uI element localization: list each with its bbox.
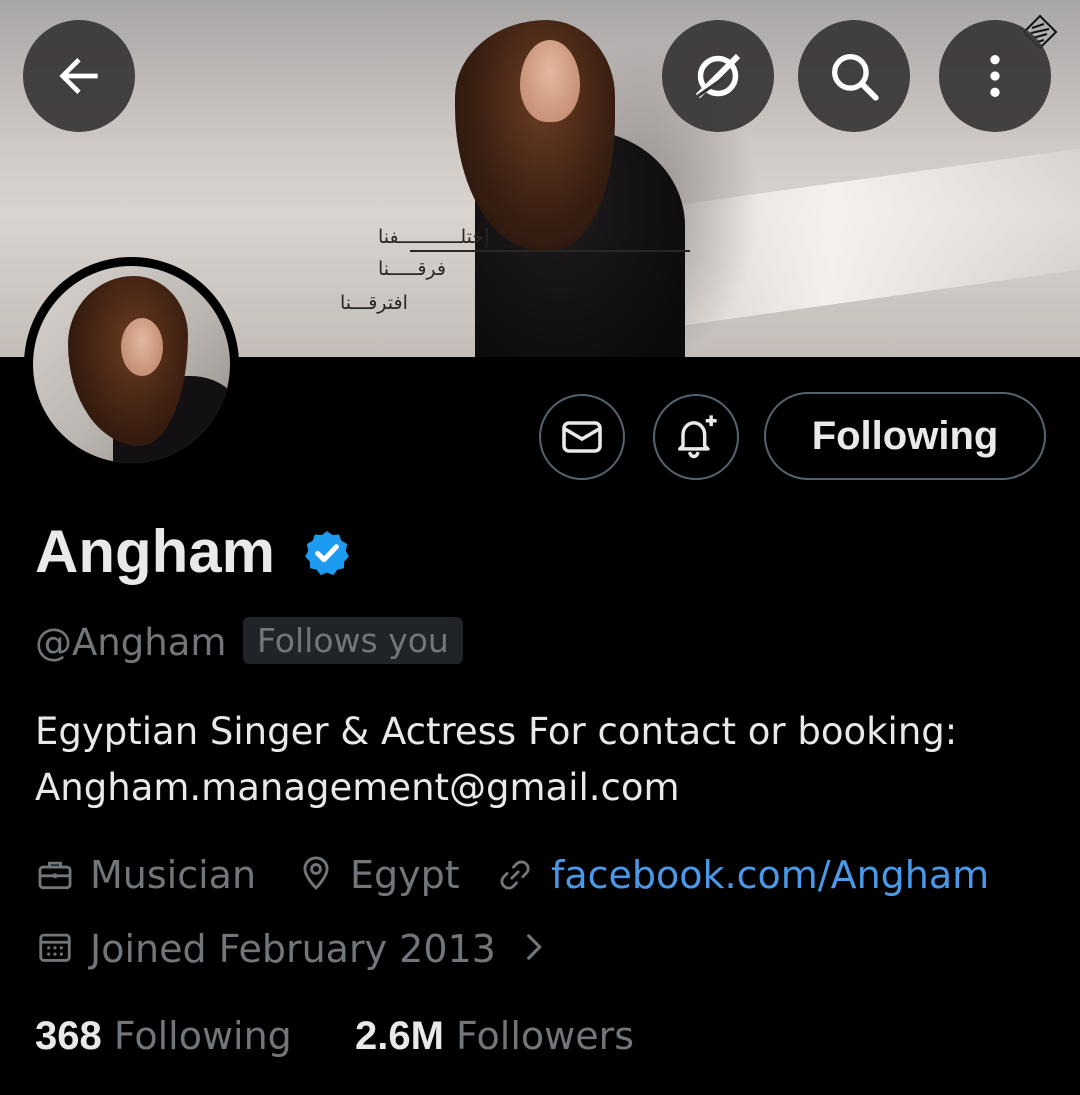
- following-stat-label: Following: [113, 1014, 292, 1058]
- more-button[interactable]: [939, 20, 1051, 132]
- followers-stat[interactable]: 2.6M Followers: [355, 1012, 634, 1060]
- search-icon: [832, 54, 879, 101]
- banner-figure-face: [520, 40, 580, 122]
- message-button[interactable]: [539, 394, 625, 480]
- following-count: 368: [35, 1014, 102, 1058]
- follows-you-badge: Follows you: [243, 617, 463, 664]
- profile-website-link[interactable]: facebook.com/Angham: [551, 851, 989, 899]
- following-button[interactable]: Following: [764, 392, 1046, 480]
- briefcase-icon: [38, 861, 72, 890]
- user-handle: @Angham: [35, 621, 227, 664]
- bell-plus-icon: [678, 415, 717, 459]
- back-arrow-icon: [59, 58, 98, 94]
- envelope-icon: [562, 421, 602, 453]
- verified-badge-icon[interactable]: [302, 528, 352, 578]
- display-name: Angham: [35, 518, 275, 585]
- banner-arabic-1: إختلـــــــــــفنا: [378, 226, 490, 248]
- search-button[interactable]: [798, 20, 910, 132]
- following-button-label: Following: [811, 413, 999, 458]
- profile-category: Musician: [90, 853, 257, 897]
- avatar-image: [33, 266, 230, 463]
- banner-arabic-3: افترقـــنا: [340, 292, 408, 314]
- followers-stat-label: Followers: [456, 1014, 635, 1058]
- followers-count: 2.6M: [355, 1014, 444, 1058]
- grok-icon: [695, 53, 741, 99]
- link-icon: [500, 860, 530, 890]
- back-button[interactable]: [23, 20, 135, 132]
- banner-text-line: [410, 250, 690, 252]
- bio: Egyptian Singer & Actress For contact or…: [35, 704, 1045, 816]
- bio-line-2[interactable]: Angham.management@gmail.com: [35, 760, 1045, 816]
- profile-joined-date[interactable]: Joined February 2013: [90, 925, 496, 973]
- avatar[interactable]: [24, 257, 239, 472]
- chevron-right-icon[interactable]: [520, 928, 550, 966]
- profile-location: Egypt: [350, 853, 460, 897]
- grok-button[interactable]: [662, 20, 774, 132]
- bio-line-1: Egyptian Singer & Actress For contact or…: [35, 710, 958, 753]
- more-vertical-icon: [990, 55, 1000, 97]
- following-stat[interactable]: 368 Following: [35, 1012, 292, 1060]
- notifications-button[interactable]: [653, 394, 739, 480]
- banner-arabic-2: فرقـــــنا: [378, 258, 447, 280]
- location-pin-icon: [303, 856, 329, 891]
- calendar-icon: [39, 933, 71, 962]
